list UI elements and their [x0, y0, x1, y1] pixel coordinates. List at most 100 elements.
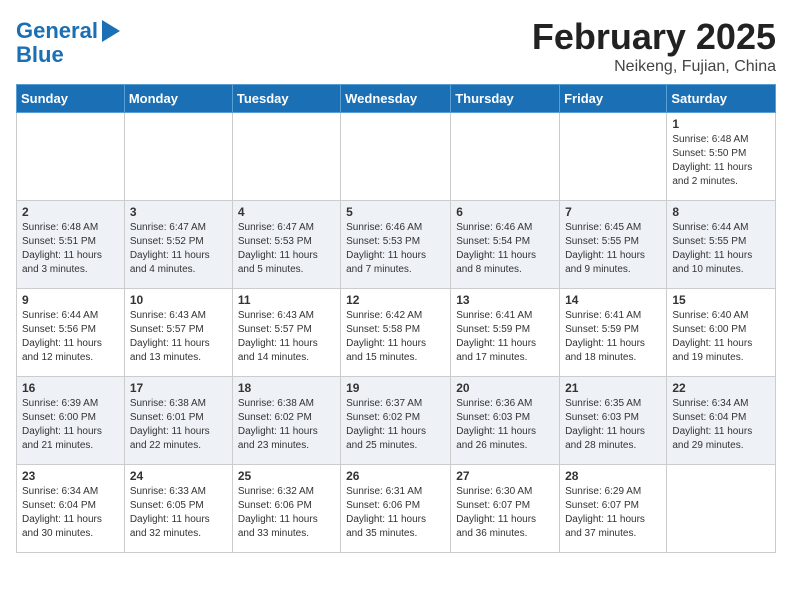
calendar-cell [560, 113, 667, 201]
day-info: Sunrise: 6:30 AM Sunset: 6:07 PM Dayligh… [456, 485, 554, 541]
day-number: 5 [346, 205, 445, 219]
day-info: Sunrise: 6:46 AM Sunset: 5:54 PM Dayligh… [456, 221, 554, 277]
calendar-week-row: 9 Sunrise: 6:44 AM Sunset: 5:56 PM Daylig… [17, 289, 776, 377]
logo-blue-text: Blue [16, 43, 64, 67]
month-title: February 2025 [532, 16, 776, 58]
day-number: 17 [130, 381, 227, 395]
calendar-cell: 3 Sunrise: 6:47 AM Sunset: 5:52 PM Daylig… [124, 201, 232, 289]
day-number: 13 [456, 293, 554, 307]
day-number: 27 [456, 469, 554, 483]
calendar-cell: 28Sunrise: 6:29 AM Sunset: 6:07 PM Dayli… [560, 465, 667, 553]
weekday-header-friday: Friday [560, 85, 667, 113]
calendar-cell: 26 Sunrise: 6:31 AM Sunset: 6:06 PM Dayli… [341, 465, 451, 553]
day-number: 11 [238, 293, 335, 307]
calendar-cell [17, 113, 125, 201]
calendar-cell: 7Sunrise: 6:45 AM Sunset: 5:55 PM Daylig… [560, 201, 667, 289]
calendar-cell: 19 Sunrise: 6:37 AM Sunset: 6:02 PM Dayli… [341, 377, 451, 465]
day-number: 10 [130, 293, 227, 307]
day-info: Sunrise: 6:44 AM Sunset: 5:56 PM Dayligh… [22, 309, 119, 365]
page-header: General Blue February 2025 Neikeng, Fuji… [16, 16, 776, 76]
calendar-cell: 12Sunrise: 6:42 AM Sunset: 5:58 PM Dayli… [341, 289, 451, 377]
day-number: 16 [22, 381, 119, 395]
calendar-cell [232, 113, 340, 201]
day-number: 23 [22, 469, 119, 483]
calendar-cell: 11 Sunrise: 6:43 AM Sunset: 5:57 PM Dayli… [232, 289, 340, 377]
calendar-week-row: 2 Sunrise: 6:48 AM Sunset: 5:51 PM Daylig… [17, 201, 776, 289]
logo: General Blue [16, 16, 120, 67]
weekday-header-wednesday: Wednesday [341, 85, 451, 113]
day-info: Sunrise: 6:46 AM Sunset: 5:53 PM Dayligh… [346, 221, 445, 277]
day-info: Sunrise: 6:35 AM Sunset: 6:03 PM Dayligh… [565, 397, 661, 453]
day-info: Sunrise: 6:38 AM Sunset: 6:01 PM Dayligh… [130, 397, 227, 453]
day-number: 21 [565, 381, 661, 395]
day-info: Sunrise: 6:34 AM Sunset: 6:04 PM Dayligh… [672, 397, 770, 453]
weekday-header-monday: Monday [124, 85, 232, 113]
calendar-cell [124, 113, 232, 201]
calendar-cell: 24Sunrise: 6:33 AM Sunset: 6:05 PM Dayli… [124, 465, 232, 553]
calendar-cell: 6 Sunrise: 6:46 AM Sunset: 5:54 PM Daylig… [451, 201, 560, 289]
day-info: Sunrise: 6:48 AM Sunset: 5:51 PM Dayligh… [22, 221, 119, 277]
day-info: Sunrise: 6:41 AM Sunset: 5:59 PM Dayligh… [565, 309, 661, 365]
day-info: Sunrise: 6:32 AM Sunset: 6:06 PM Dayligh… [238, 485, 335, 541]
day-info: Sunrise: 6:33 AM Sunset: 6:05 PM Dayligh… [130, 485, 227, 541]
calendar-table: SundayMondayTuesdayWednesdayThursdayFrid… [16, 84, 776, 553]
day-number: 12 [346, 293, 445, 307]
title-block: February 2025 Neikeng, Fujian, China [532, 16, 776, 76]
calendar-cell: 14 Sunrise: 6:41 AM Sunset: 5:59 PM Dayli… [560, 289, 667, 377]
calendar-cell [451, 113, 560, 201]
weekday-header-row: SundayMondayTuesdayWednesdayThursdayFrid… [17, 85, 776, 113]
day-number: 15 [672, 293, 770, 307]
weekday-header-thursday: Thursday [451, 85, 560, 113]
logo-text: General [16, 19, 98, 43]
calendar-week-row: 23Sunrise: 6:34 AM Sunset: 6:04 PM Dayli… [17, 465, 776, 553]
calendar-cell: 4 Sunrise: 6:47 AM Sunset: 5:53 PM Daylig… [232, 201, 340, 289]
day-number: 8 [672, 205, 770, 219]
day-number: 1 [672, 117, 770, 131]
day-info: Sunrise: 6:47 AM Sunset: 5:52 PM Dayligh… [130, 221, 227, 277]
calendar-cell: 13Sunrise: 6:41 AM Sunset: 5:59 PM Dayli… [451, 289, 560, 377]
day-number: 19 [346, 381, 445, 395]
day-number: 3 [130, 205, 227, 219]
weekday-header-saturday: Saturday [667, 85, 776, 113]
calendar-cell [341, 113, 451, 201]
day-number: 9 [22, 293, 119, 307]
calendar-cell: 21 Sunrise: 6:35 AM Sunset: 6:03 PM Dayli… [560, 377, 667, 465]
calendar-cell: 27 Sunrise: 6:30 AM Sunset: 6:07 PM Dayli… [451, 465, 560, 553]
day-number: 2 [22, 205, 119, 219]
day-info: Sunrise: 6:48 AM Sunset: 5:50 PM Dayligh… [672, 133, 770, 189]
day-info: Sunrise: 6:39 AM Sunset: 6:00 PM Dayligh… [22, 397, 119, 453]
calendar-cell: 9 Sunrise: 6:44 AM Sunset: 5:56 PM Daylig… [17, 289, 125, 377]
day-info: Sunrise: 6:40 AM Sunset: 6:00 PM Dayligh… [672, 309, 770, 365]
day-info: Sunrise: 6:31 AM Sunset: 6:06 PM Dayligh… [346, 485, 445, 541]
calendar-cell [667, 465, 776, 553]
day-info: Sunrise: 6:43 AM Sunset: 5:57 PM Dayligh… [130, 309, 227, 365]
calendar-cell: 20Sunrise: 6:36 AM Sunset: 6:03 PM Dayli… [451, 377, 560, 465]
weekday-header-sunday: Sunday [17, 85, 125, 113]
calendar-cell: 15 Sunrise: 6:40 AM Sunset: 6:00 PM Dayli… [667, 289, 776, 377]
day-info: Sunrise: 6:44 AM Sunset: 5:55 PM Dayligh… [672, 221, 770, 277]
logo-arrow-icon [102, 20, 120, 42]
day-info: Sunrise: 6:37 AM Sunset: 6:02 PM Dayligh… [346, 397, 445, 453]
calendar-cell: 5 Sunrise: 6:46 AM Sunset: 5:53 PM Daylig… [341, 201, 451, 289]
day-number: 6 [456, 205, 554, 219]
day-number: 7 [565, 205, 661, 219]
calendar-cell: 16 Sunrise: 6:39 AM Sunset: 6:00 PM Dayli… [17, 377, 125, 465]
calendar-cell: 8 Sunrise: 6:44 AM Sunset: 5:55 PM Daylig… [667, 201, 776, 289]
day-number: 28 [565, 469, 661, 483]
location-subtitle: Neikeng, Fujian, China [532, 58, 776, 76]
calendar-week-row: 1 Sunrise: 6:48 AM Sunset: 5:50 PM Daylig… [17, 113, 776, 201]
calendar-cell: 2 Sunrise: 6:48 AM Sunset: 5:51 PM Daylig… [17, 201, 125, 289]
day-info: Sunrise: 6:47 AM Sunset: 5:53 PM Dayligh… [238, 221, 335, 277]
calendar-cell: 23Sunrise: 6:34 AM Sunset: 6:04 PM Dayli… [17, 465, 125, 553]
day-number: 22 [672, 381, 770, 395]
calendar-week-row: 16 Sunrise: 6:39 AM Sunset: 6:00 PM Dayli… [17, 377, 776, 465]
day-number: 4 [238, 205, 335, 219]
day-info: Sunrise: 6:36 AM Sunset: 6:03 PM Dayligh… [456, 397, 554, 453]
day-number: 25 [238, 469, 335, 483]
day-info: Sunrise: 6:43 AM Sunset: 5:57 PM Dayligh… [238, 309, 335, 365]
day-number: 26 [346, 469, 445, 483]
day-number: 14 [565, 293, 661, 307]
calendar-cell: 10 Sunrise: 6:43 AM Sunset: 5:57 PM Dayli… [124, 289, 232, 377]
calendar-cell: 1 Sunrise: 6:48 AM Sunset: 5:50 PM Daylig… [667, 113, 776, 201]
calendar-cell: 22 Sunrise: 6:34 AM Sunset: 6:04 PM Dayli… [667, 377, 776, 465]
